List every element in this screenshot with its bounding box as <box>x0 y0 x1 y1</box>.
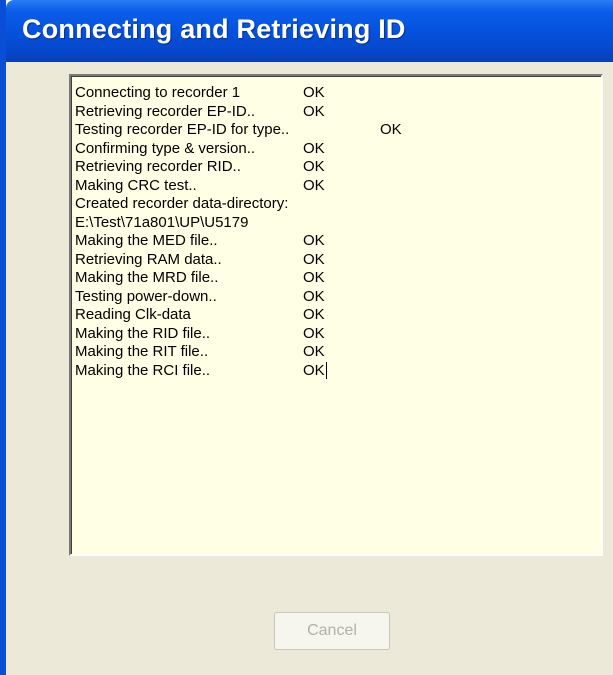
log-line-status: OK <box>303 102 325 120</box>
log-line-text: Testing power-down.. <box>75 287 217 305</box>
log-line-status: OK <box>303 84 325 101</box>
log-line-text: Making the RID file.. <box>75 324 211 342</box>
log-line: Retrieving RAM data.. OK <box>75 251 595 270</box>
title-bar[interactable]: Connecting and Retrieving ID <box>6 0 613 62</box>
log-line: Created recorder data-directory: <box>75 195 595 214</box>
log-line-status: OK <box>303 306 325 323</box>
log-line-status: OK <box>303 250 325 268</box>
log-line-text: Making the MED file.. <box>75 232 218 249</box>
log-line-text: Connecting to recorder 1 <box>75 84 241 101</box>
log-line: Making CRC test.. OK <box>75 177 595 196</box>
text-caret <box>325 361 327 379</box>
log-list: Connecting to recorder 1 OK Retrieving r… <box>75 84 595 380</box>
progress-log[interactable]: Connecting to recorder 1 OK Retrieving r… <box>69 74 603 556</box>
log-line-text: Retrieving recorder RID.. <box>75 158 241 175</box>
log-line-status: OK <box>303 343 325 360</box>
log-line-text: Confirming type & version.. <box>75 139 256 157</box>
log-line: Making the MRD file.. OK <box>75 269 595 288</box>
dialog-body: Connecting to recorder 1 OK Retrieving r… <box>6 62 613 675</box>
cancel-button[interactable]: Cancel <box>274 612 390 650</box>
log-line-status: OK <box>303 158 325 175</box>
log-line-status: OK <box>303 361 325 379</box>
log-line: Confirming type & version.. OK <box>75 140 595 159</box>
log-line-text: Making CRC test.. <box>75 176 197 194</box>
log-line: Testing power-down.. OK <box>75 288 595 307</box>
log-line-status-with-caret: OK <box>303 361 327 380</box>
log-line-text: Created recorder data-directory: <box>75 195 289 212</box>
log-line: Testing recorder EP-ID for type.. OK <box>75 121 595 140</box>
log-line-status: OK <box>303 139 325 157</box>
log-line-text: Making the RIT file.. <box>75 343 209 360</box>
log-line-status: OK <box>380 121 402 138</box>
log-line-status: OK <box>303 269 325 286</box>
log-line-text: Retrieving RAM data.. <box>75 250 222 268</box>
log-line-path: E:\Test\71a801\UP\U5179 <box>75 213 249 231</box>
log-line: Making the RIT file.. OK <box>75 343 595 362</box>
log-line: Reading Clk-data OK <box>75 306 595 325</box>
log-line: Making the RCI file.. OK <box>75 361 595 381</box>
window-title: Connecting and Retrieving ID <box>22 14 406 44</box>
log-line-text: Making the RCI file.. <box>75 361 211 379</box>
log-line-text: Retrieving recorder EP-ID.. <box>75 102 256 120</box>
log-line-status: OK <box>303 232 325 249</box>
log-line: Making the MED file.. OK <box>75 232 595 251</box>
log-line-status: OK <box>303 324 325 342</box>
log-line-text: Making the MRD file.. <box>75 269 219 286</box>
dialog-window: Connecting and Retrieving ID Connecting … <box>0 0 613 675</box>
log-line: Retrieving recorder RID.. OK <box>75 158 595 177</box>
log-line-text: Testing recorder EP-ID for type.. <box>75 121 290 138</box>
log-line: Connecting to recorder 1 OK <box>75 84 595 103</box>
log-line: E:\Test\71a801\UP\U5179 <box>75 214 595 233</box>
log-line: Retrieving recorder EP-ID.. OK <box>75 103 595 122</box>
log-line-status: OK <box>303 176 325 194</box>
log-line-status: OK <box>303 287 325 305</box>
log-line-text: Reading Clk-data <box>75 306 191 323</box>
log-line: Making the RID file.. OK <box>75 325 595 344</box>
